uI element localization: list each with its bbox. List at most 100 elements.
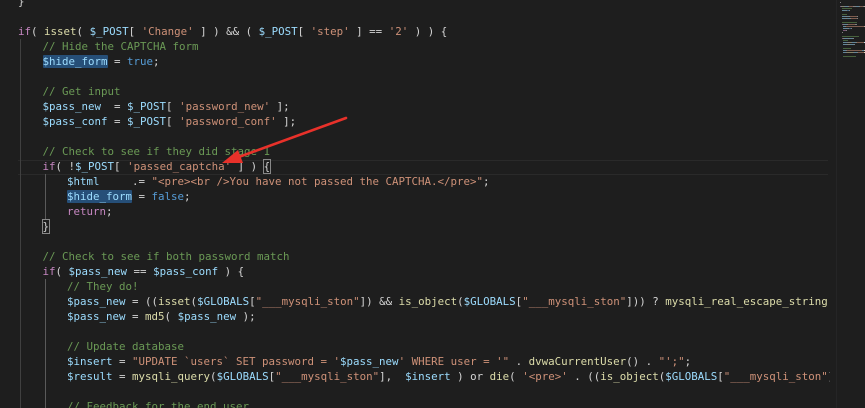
minimap[interactable] bbox=[836, 0, 865, 408]
code-line[interactable]: // Get input bbox=[43, 84, 121, 99]
code-token: ], bbox=[379, 370, 406, 383]
code-token: is_object bbox=[600, 370, 659, 383]
code-token: ); bbox=[236, 310, 256, 323]
code-token: ]; bbox=[276, 115, 297, 128]
code-token: $pass_new bbox=[67, 295, 126, 308]
minimap-block bbox=[856, 24, 858, 25]
code-token: "<pre><br />You have not passed the CAPT… bbox=[151, 175, 484, 188]
minimap-block bbox=[848, 10, 850, 11]
code-token: is_object bbox=[398, 295, 458, 308]
code-token: ( bbox=[76, 25, 90, 38]
code-line[interactable]: // Check to see if both password match bbox=[43, 249, 290, 264]
code-token: 'step' bbox=[310, 25, 350, 38]
minimap-block bbox=[850, 28, 852, 29]
code-token: $pass_new bbox=[68, 265, 128, 278]
code-line[interactable]: return; bbox=[67, 204, 113, 219]
code-token: die bbox=[489, 370, 510, 383]
code-token: mysqli_real_escape_string bbox=[665, 295, 828, 308]
code-token: $_POST bbox=[75, 160, 115, 173]
code-token: $_POST bbox=[127, 115, 167, 128]
code-editor[interactable]: } if( isset( $_POST[ 'Change' ] ) && ( $_… bbox=[0, 0, 865, 408]
code-line[interactable]: $pass_new = $_POST[ 'password_new' ]; bbox=[43, 99, 290, 114]
code-line[interactable]: // Update database bbox=[67, 339, 184, 354]
minimap-block bbox=[843, 40, 848, 41]
minimap-block bbox=[845, 30, 847, 31]
minimap-block bbox=[843, 56, 856, 57]
code-token: $_POST bbox=[127, 100, 167, 113]
minimap-block bbox=[841, 8, 853, 9]
code-token: return bbox=[67, 205, 107, 218]
code-token: 'passed_captcha' bbox=[127, 160, 232, 173]
code-token: [ bbox=[128, 25, 142, 38]
code-token: $pass_new bbox=[42, 100, 102, 113]
code-token: $pass_conf bbox=[42, 115, 108, 128]
code-token: isset bbox=[158, 295, 191, 308]
code-token: ( bbox=[31, 25, 45, 38]
minimap-block bbox=[857, 18, 859, 19]
code-token: $insert bbox=[405, 370, 451, 383]
code-line[interactable]: $html .= "<pre><br />You have not passed… bbox=[67, 174, 490, 189]
code-token: = bbox=[112, 370, 133, 383]
code-token: ' WHERE user = '" bbox=[398, 355, 510, 368]
minimap-block bbox=[854, 44, 856, 45]
code-token: "___mysqli_ston" bbox=[522, 295, 627, 308]
code-line[interactable]: if( $pass_new == $pass_conf ) { bbox=[43, 264, 245, 279]
code-token: = bbox=[107, 115, 128, 128]
code-token: ; bbox=[184, 190, 191, 203]
code-token: $pass_new bbox=[177, 310, 237, 323]
minimap-block bbox=[850, 18, 858, 19]
code-line[interactable]: $hide_form = true; bbox=[42, 54, 160, 69]
code-line[interactable]: $insert = "UPDATE `users` SET password =… bbox=[67, 354, 691, 369]
code-token: .= bbox=[99, 175, 152, 188]
code-token: [ bbox=[114, 160, 128, 173]
code-line[interactable]: $pass_conf = $_POST[ 'password_conf' ]; bbox=[43, 114, 297, 129]
minimap-block bbox=[841, 14, 847, 15]
code-token: isset bbox=[44, 25, 77, 38]
code-line[interactable]: $result = mysqli_query($GLOBALS["___mysq… bbox=[67, 369, 830, 384]
code-line[interactable]: // Check to see if they did stage 1 bbox=[43, 144, 271, 159]
minimap-block bbox=[856, 42, 864, 43]
code-token: // Get input bbox=[42, 85, 121, 98]
code-token: = bbox=[132, 190, 152, 203]
code-token: ( bbox=[509, 370, 523, 383]
code-line[interactable]: // Hide the CAPTCHA form bbox=[43, 39, 199, 54]
code-token: if bbox=[42, 160, 56, 173]
code-area[interactable]: } if( isset( $_POST[ 'Change' ] ) && ( $_… bbox=[0, 0, 830, 408]
code-token: if bbox=[42, 265, 56, 278]
code-token: 'password_conf' bbox=[179, 115, 277, 128]
code-token: "___mysqli_ston" bbox=[275, 370, 380, 383]
code-token: = bbox=[107, 55, 128, 68]
code-line[interactable]: if( isset( $_POST[ 'Change' ] ) && ( $_P… bbox=[18, 24, 447, 39]
code-token: md5 bbox=[145, 310, 165, 323]
code-token: $_POST bbox=[258, 25, 298, 38]
minimap-block bbox=[856, 16, 858, 17]
code-token: ])) ? bbox=[626, 295, 666, 308]
code-line[interactable]: if( !$_POST[ 'passed_captcha' ] ) { bbox=[42, 159, 272, 174]
code-token: $GLOBALS bbox=[197, 295, 250, 308]
code-line[interactable]: // They do! bbox=[67, 279, 139, 294]
code-token: = bbox=[112, 355, 133, 368]
code-token: ) { bbox=[218, 265, 245, 278]
code-token: $pass_new bbox=[67, 310, 126, 323]
code-token: == bbox=[127, 265, 154, 278]
code-token: = bbox=[101, 100, 128, 113]
code-token: '2' bbox=[388, 25, 409, 38]
code-token: ] ) bbox=[231, 160, 264, 173]
code-token: "___mysqli_ston" bbox=[255, 295, 360, 308]
code-token: true bbox=[127, 55, 154, 68]
code-token: ( ! bbox=[55, 160, 76, 173]
code-token: } bbox=[18, 0, 25, 8]
code-token: ]; bbox=[270, 100, 290, 113]
code-line[interactable]: $pass_new = ((isset($GLOBALS["___mysqli_… bbox=[67, 294, 830, 309]
code-token: "';" bbox=[658, 355, 685, 368]
code-line[interactable]: // Feedback for the end user bbox=[67, 399, 249, 408]
code-token: "___mysqli_ston" bbox=[723, 370, 828, 383]
code-line[interactable]: $pass_new = md5( $pass_new ); bbox=[67, 309, 256, 324]
code-line[interactable]: } bbox=[18, 0, 25, 9]
code-token: false bbox=[151, 190, 185, 203]
code-token: ; bbox=[483, 175, 490, 188]
code-line[interactable]: } bbox=[41, 219, 50, 234]
code-line[interactable]: $hide_form = false; bbox=[67, 189, 191, 204]
code-token: . bbox=[509, 355, 529, 368]
code-token: if bbox=[18, 25, 32, 38]
